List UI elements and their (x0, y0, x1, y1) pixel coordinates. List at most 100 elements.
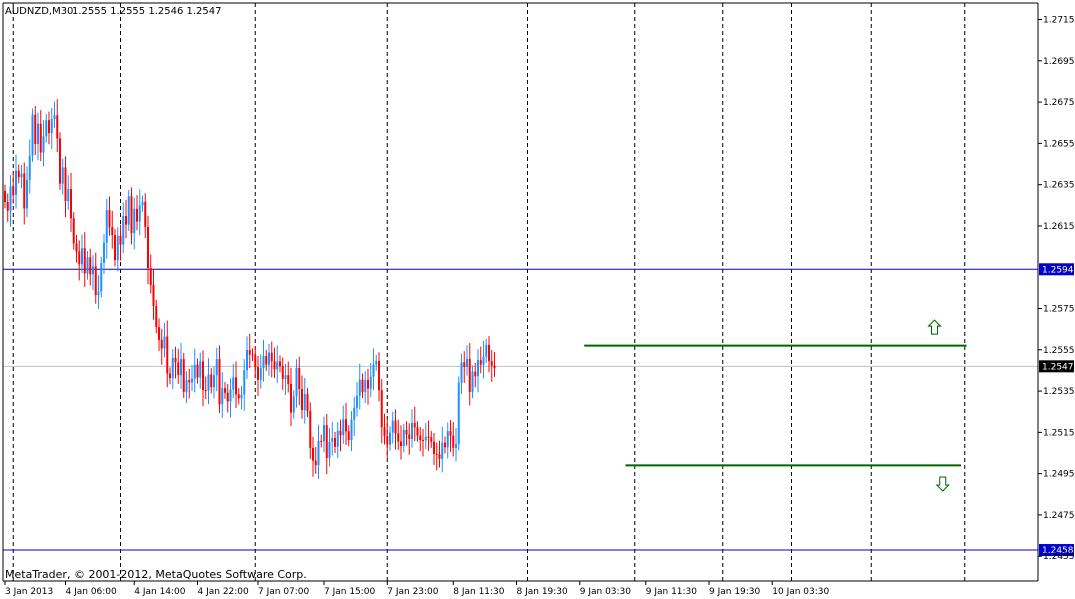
candle-body (130, 196, 133, 234)
candle-body (114, 235, 116, 261)
candle-body (53, 115, 56, 120)
candle-body (433, 441, 435, 454)
candle-body (284, 375, 287, 379)
candle-body (177, 362, 180, 376)
time-tick-label: 4 Jan 14:00 (134, 587, 186, 597)
candle-body (215, 359, 218, 376)
time-tick-label: 10 Jan 03:30 (772, 587, 829, 597)
candle-body (251, 354, 254, 356)
candle-body (224, 388, 226, 393)
candle-body (59, 138, 61, 184)
candle-body (171, 357, 174, 379)
candle-body (193, 364, 196, 379)
candle-body (94, 266, 97, 296)
candle-body (435, 453, 438, 455)
candle-body (268, 352, 270, 365)
candle-body (42, 136, 45, 153)
candle-body (20, 173, 23, 178)
price-tick-label: 1.2675 (1043, 98, 1075, 108)
candle-body (169, 373, 171, 379)
candle-body (67, 188, 70, 201)
candle-body (444, 442, 446, 448)
candle-body (122, 216, 125, 245)
candle-body (243, 370, 246, 395)
price-tick-label: 1.2715 (1043, 16, 1075, 26)
price-tick-label: 1.2695 (1043, 57, 1075, 67)
candle-body (493, 365, 496, 369)
candle-body (334, 438, 336, 447)
candle-body (276, 361, 279, 370)
candle-body (372, 364, 375, 377)
candle-body (235, 377, 237, 395)
candle-body (221, 388, 224, 405)
time-tick-label: 9 Jan 03:30 (580, 587, 632, 597)
candle-body (389, 432, 391, 445)
candle-body (191, 378, 193, 383)
candle-body (31, 114, 34, 156)
candle-body (108, 210, 111, 227)
price-tick-label: 1.2455 (1043, 552, 1075, 562)
candle-body (141, 201, 144, 206)
candle-body (438, 454, 441, 459)
candle-body (290, 383, 292, 413)
candle-body (202, 361, 204, 391)
candle-body (45, 120, 48, 137)
time-tick-label: 4 Jan 22:00 (198, 587, 250, 597)
candle-body (386, 435, 389, 445)
candle-body (400, 441, 402, 446)
time-tick-label: 8 Jan 11:30 (453, 587, 505, 597)
candle-body (218, 359, 221, 405)
candle-body (270, 352, 273, 362)
candle-body (116, 235, 119, 261)
candle-body (28, 155, 31, 180)
candle-body (314, 460, 317, 466)
candle-body (158, 327, 160, 340)
candle-body (229, 389, 232, 402)
candle-body (213, 375, 215, 388)
candle-body (61, 167, 64, 184)
candle-body (138, 205, 141, 222)
candle-body (356, 395, 358, 408)
candle-body (490, 361, 493, 366)
horizontal-line-tag-label: 1.2594 (1042, 265, 1074, 275)
candle-body (482, 356, 485, 365)
copyright-label: MetaTrader, © 2001-2012, MetaQuotes Soft… (5, 568, 307, 581)
candle-body (328, 441, 331, 458)
candle-body (309, 410, 312, 448)
candle-body (185, 379, 188, 392)
candle-body (292, 396, 295, 413)
candle-body (342, 419, 345, 436)
symbol-label: AUDNZD,M30 (5, 6, 73, 17)
candle-body (455, 444, 457, 448)
candle-body (257, 367, 259, 380)
candle-body (160, 339, 163, 349)
candle-body (430, 437, 433, 442)
time-tick-label: 8 Jan 19:30 (517, 587, 569, 597)
candle-body (361, 379, 364, 392)
candle-body (281, 366, 284, 379)
price-tick-label: 1.2615 (1043, 222, 1075, 232)
candle-body (78, 251, 81, 265)
candle-body (237, 394, 240, 399)
candle-body (174, 357, 177, 363)
candle-body (325, 425, 328, 458)
candle-body (180, 359, 182, 376)
price-chart[interactable]: 1.25941.24581.2547 1.27151.26951.26751.2… (0, 0, 1075, 599)
candle-body (446, 431, 449, 448)
candle-body (100, 262, 103, 292)
candle-body (232, 377, 235, 390)
candle-body (92, 266, 94, 275)
candle-body (488, 344, 490, 362)
candle-body (182, 359, 185, 392)
price-tick-label: 1.2555 (1043, 346, 1075, 356)
candle-body (259, 367, 262, 380)
candle-body (295, 367, 298, 397)
candle-body (15, 170, 17, 195)
candle-body (353, 407, 356, 420)
candle-body (364, 379, 367, 392)
time-tick-label: 7 Jan 15:00 (324, 587, 376, 597)
candle-body (89, 257, 92, 275)
candle-body (405, 429, 408, 435)
candle-body (298, 367, 301, 390)
candle-body (188, 379, 191, 383)
